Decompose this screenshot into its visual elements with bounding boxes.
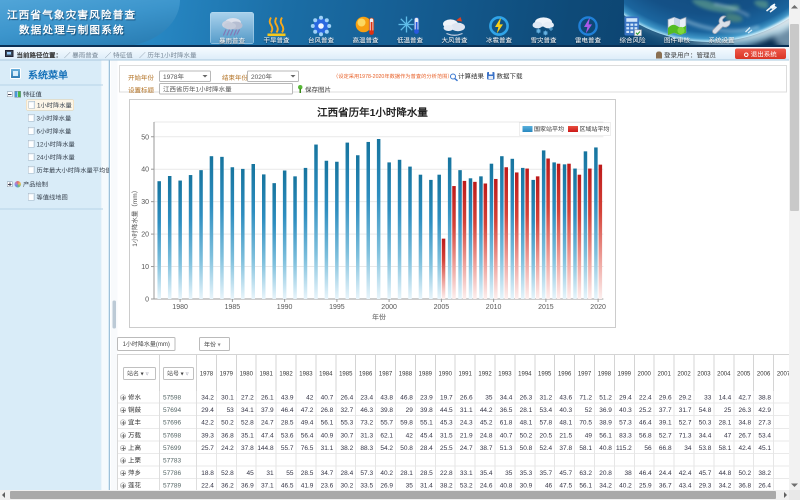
svg-text:20: 20 [141, 230, 149, 240]
svg-text:2000: 2000 [381, 302, 397, 312]
svg-text:10: 10 [141, 262, 149, 272]
svg-text:2020: 2020 [590, 302, 606, 312]
svg-text:50: 50 [141, 132, 149, 142]
svg-text:1980: 1980 [172, 302, 188, 312]
svg-text:1995: 1995 [329, 302, 345, 312]
svg-text:1990: 1990 [277, 302, 293, 312]
svg-text:0: 0 [145, 295, 149, 305]
svg-text:30: 30 [141, 197, 149, 207]
svg-text:1985: 1985 [225, 302, 241, 312]
svg-text:2010: 2010 [486, 302, 502, 312]
svg-text:2005: 2005 [434, 302, 450, 312]
svg-text:2015: 2015 [538, 302, 554, 312]
svg-text:40: 40 [141, 165, 149, 175]
